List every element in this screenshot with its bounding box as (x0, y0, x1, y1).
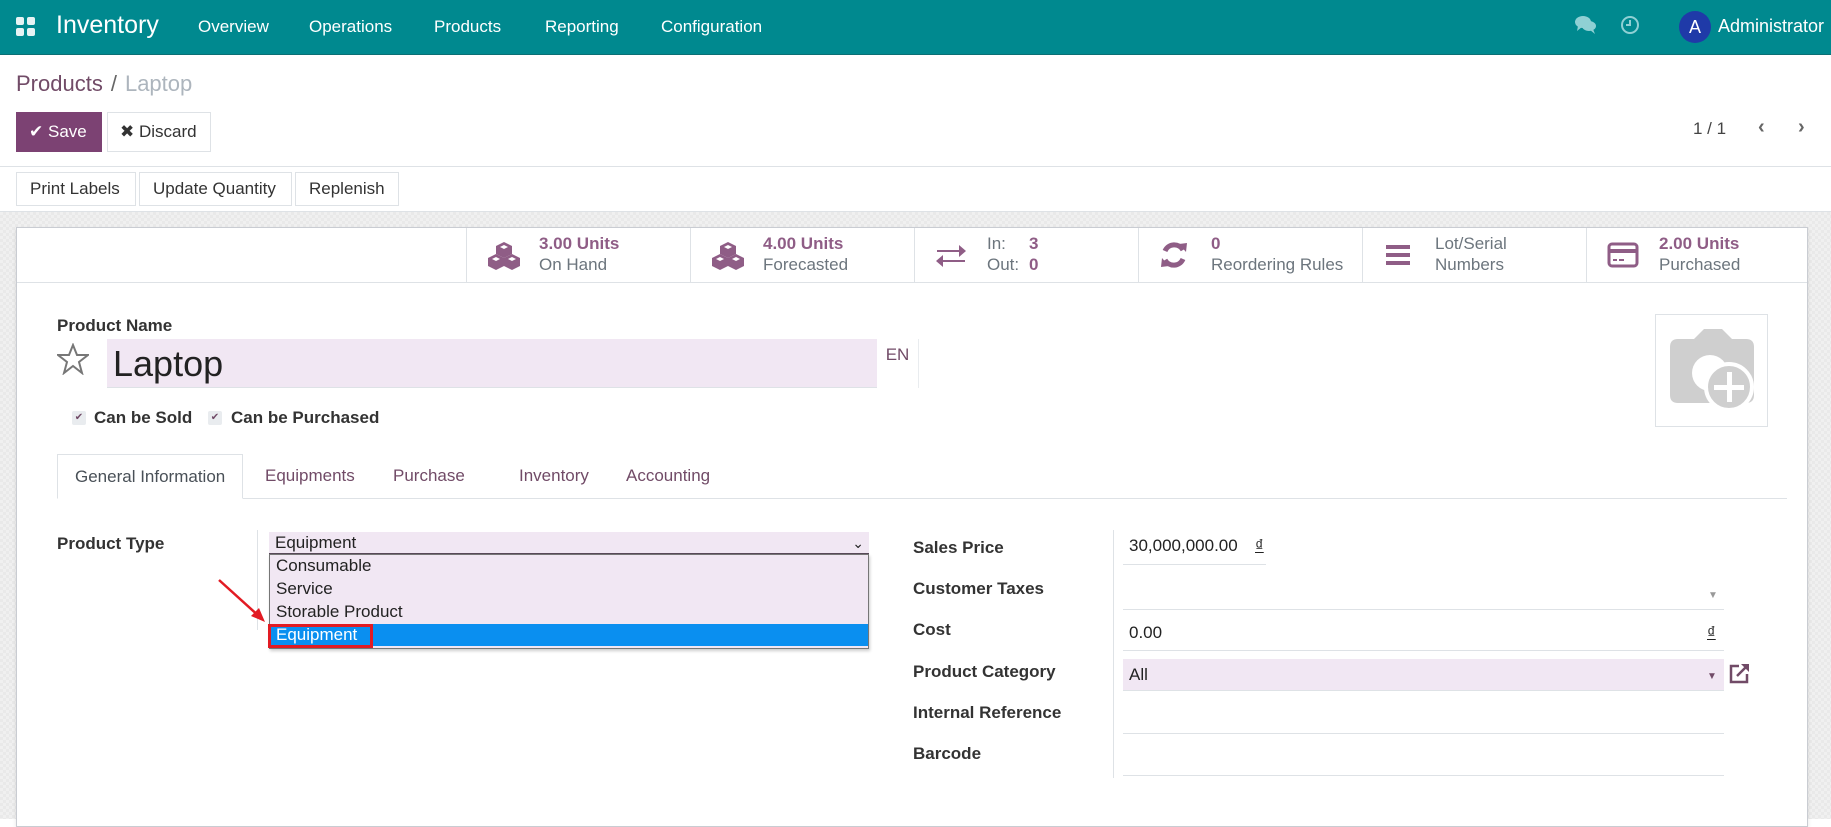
clock-icon[interactable] (1620, 15, 1640, 40)
save-button[interactable]: ✔ Save (16, 112, 102, 152)
option-service[interactable]: Service (270, 578, 868, 600)
form-sheet: 3.00 Units On Hand 4.00 Units Forecasted… (16, 227, 1808, 827)
field-underline (1123, 733, 1724, 734)
chat-icon[interactable] (1575, 15, 1597, 40)
cost-input[interactable]: 0.00 (1129, 623, 1162, 643)
menu-overview[interactable]: Overview (198, 17, 269, 37)
tab-equipments[interactable]: Equipments (248, 454, 372, 499)
pager-previous-button[interactable]: ‹ (1758, 116, 1765, 139)
avatar[interactable]: A (1679, 11, 1711, 43)
star-icon[interactable] (55, 342, 91, 381)
apps-grid-icon[interactable] (16, 17, 36, 37)
caret-down-icon[interactable]: ▼ (1708, 590, 1718, 601)
sales-price-label: Sales Price (913, 538, 1004, 557)
camera-add-icon (1670, 329, 1754, 412)
customer-taxes-label: Customer Taxes (913, 579, 1045, 598)
product-name-label: Product Name (57, 316, 173, 335)
tab-accounting[interactable]: Accounting (609, 454, 727, 499)
close-icon: ✖ (120, 122, 135, 141)
product-name-input[interactable]: Laptop (107, 339, 877, 388)
pager-value: 1 / 1 (1693, 119, 1727, 138)
cubes-icon (711, 241, 744, 270)
caret-down-icon[interactable]: ▼ (1707, 661, 1717, 693)
user-name[interactable]: Administrator (1718, 16, 1824, 37)
pager-next-button[interactable]: › (1798, 116, 1805, 139)
can-be-sold-label[interactable]: Can be Sold (94, 408, 192, 428)
check-icon: ✔ (29, 122, 44, 141)
replenish-button[interactable]: Replenish (295, 172, 399, 206)
currency-symbol: ₫ (1707, 623, 1716, 642)
print-labels-button[interactable]: Print Labels (16, 172, 136, 206)
tab-general-information[interactable]: General Information (57, 454, 244, 499)
credit-card-icon (1607, 241, 1639, 269)
stat-on-hand-button[interactable]: 3.00 Units On Hand (466, 228, 690, 283)
product-image-upload[interactable] (1655, 314, 1768, 427)
stat-out-value: 0 (1029, 255, 1039, 274)
field-underline (1123, 775, 1724, 776)
chevron-down-icon: ⌄ (852, 535, 864, 551)
field-underline (1123, 650, 1724, 651)
stat-label: Purchased (1659, 255, 1741, 274)
refresh-icon (1159, 241, 1191, 269)
barcode-label: Barcode (913, 744, 982, 763)
menu-configuration[interactable]: Configuration (661, 17, 762, 37)
label-separator (1113, 530, 1114, 778)
breadcrumb-products[interactable]: Products (16, 71, 103, 96)
menu-reporting[interactable]: Reporting (545, 17, 619, 37)
breadcrumb-separator: / (110, 71, 117, 96)
menu-operations[interactable]: Operations (309, 17, 392, 37)
stat-value: 4.00 Units (763, 234, 844, 253)
cubes-icon (487, 241, 520, 270)
stat-out-label: Out: (987, 255, 1020, 274)
highlight-annotation-box (268, 624, 373, 648)
breadcrumb: Products / Laptop (16, 71, 192, 97)
can-be-sold-checkbox[interactable]: ✔ (72, 411, 86, 425)
cost-label: Cost (913, 620, 951, 639)
language-button[interactable]: EN (877, 339, 919, 388)
stat-reordering-rules-button[interactable]: 0 Reordering Rules (1138, 228, 1362, 283)
exchange-icon (935, 241, 967, 269)
can-be-purchased-label[interactable]: Can be Purchased (231, 408, 379, 428)
stat-label: Forecasted (763, 255, 849, 274)
product-category-label: Product Category (913, 662, 1056, 681)
stat-label: Reordering Rules (1211, 255, 1344, 274)
field-underline (1123, 609, 1724, 610)
stat-in-out-button[interactable]: In: 3 Out: 0 (914, 228, 1138, 283)
currency-symbol: ₫ (1255, 536, 1264, 555)
top-navbar: Inventory Overview Operations Products R… (0, 0, 1831, 55)
stat-value: 0 (1211, 234, 1221, 253)
stat-lot-serial-button[interactable]: Lot/Serial Numbers (1362, 228, 1586, 283)
bars-icon (1383, 241, 1415, 269)
stat-in-label: In: (987, 234, 1006, 253)
discard-button[interactable]: ✖ Discard (107, 112, 211, 152)
menu-products[interactable]: Products (434, 17, 501, 37)
breadcrumb-current: Laptop (124, 71, 193, 96)
stat-label: On Hand (539, 255, 608, 274)
product-category-input[interactable]: All ▼ (1123, 659, 1724, 691)
stat-forecasted-button[interactable]: 4.00 Units Forecasted (690, 228, 914, 283)
product-type-label: Product Type (57, 534, 165, 553)
field-underline (1123, 564, 1266, 565)
stat-purchased-button[interactable]: 2.00 Units Purchased (1586, 228, 1807, 283)
option-consumable[interactable]: Consumable (270, 555, 868, 577)
sales-price-input[interactable]: 30,000,000.00 (1129, 536, 1238, 556)
app-name[interactable]: Inventory (56, 11, 159, 40)
stat-label-line1: Lot/Serial (1435, 234, 1507, 253)
can-be-purchased-checkbox[interactable]: ✔ (208, 411, 222, 425)
control-panel-divider (0, 166, 1831, 167)
update-quantity-button[interactable]: Update Quantity (139, 172, 292, 206)
red-arrow-annotation (218, 579, 265, 622)
stat-label-line2: Numbers (1435, 255, 1504, 274)
stat-in-value: 3 (1029, 234, 1039, 253)
stat-value: 3.00 Units (539, 234, 620, 253)
tab-inventory[interactable]: Inventory (502, 454, 606, 499)
internal-reference-label: Internal Reference (913, 703, 1062, 722)
stat-value: 2.00 Units (1659, 234, 1740, 253)
external-link-icon[interactable] (1727, 662, 1751, 691)
product-type-select[interactable]: Equipment ⌄ (269, 532, 869, 554)
option-storable-product[interactable]: Storable Product (270, 601, 868, 623)
tab-purchase[interactable]: Purchase (376, 454, 482, 499)
stat-buttons-bar: 3.00 Units On Hand 4.00 Units Forecasted… (17, 228, 1807, 283)
